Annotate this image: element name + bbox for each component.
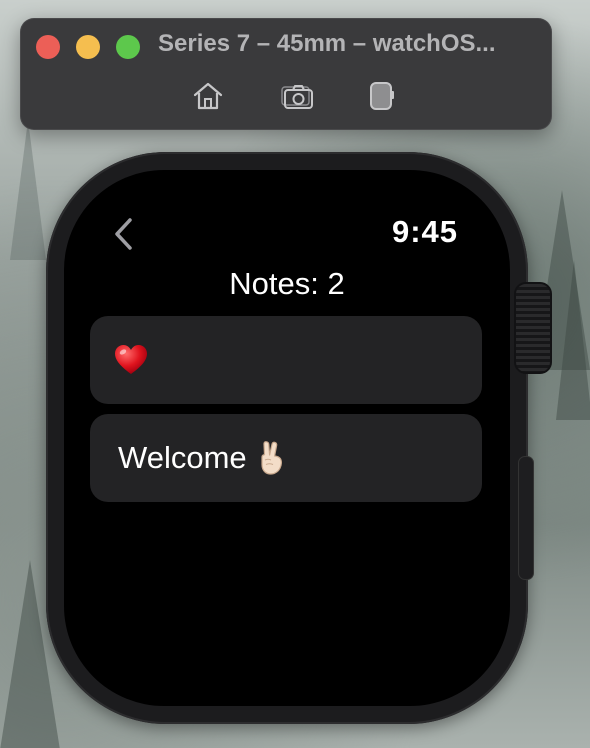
screenshot-button[interactable] bbox=[280, 78, 316, 114]
window-title: Series 7 – 45mm – watchOS... bbox=[158, 30, 496, 57]
rotate-button[interactable] bbox=[364, 78, 400, 114]
victory-hand-icon bbox=[261, 441, 282, 475]
status-time: 9:45 bbox=[391, 214, 458, 249]
back-button[interactable] bbox=[112, 216, 136, 252]
close-window-button[interactable] bbox=[36, 35, 60, 59]
chevron-left-icon bbox=[115, 218, 132, 250]
digital-crown[interactable] bbox=[514, 282, 552, 374]
note-text: Welcome bbox=[118, 440, 247, 475]
home-icon bbox=[193, 82, 223, 110]
notes-count-title: Notes: 2 bbox=[229, 266, 345, 301]
home-button[interactable] bbox=[190, 78, 226, 114]
screenshot-icon bbox=[281, 85, 313, 109]
note-item[interactable] bbox=[90, 316, 482, 404]
side-button[interactable] bbox=[518, 456, 534, 580]
note-item[interactable]: Welcome bbox=[90, 414, 482, 502]
red-heart-icon bbox=[115, 345, 147, 374]
minimize-window-button[interactable] bbox=[76, 35, 100, 59]
rotate-device-icon bbox=[370, 82, 394, 110]
maximize-window-button[interactable] bbox=[116, 35, 140, 59]
simulator-window: Series 7 – 45mm – watchOS... bbox=[20, 18, 552, 130]
watch-screen: 9:45 Notes: 2 Welcome bbox=[64, 170, 510, 706]
